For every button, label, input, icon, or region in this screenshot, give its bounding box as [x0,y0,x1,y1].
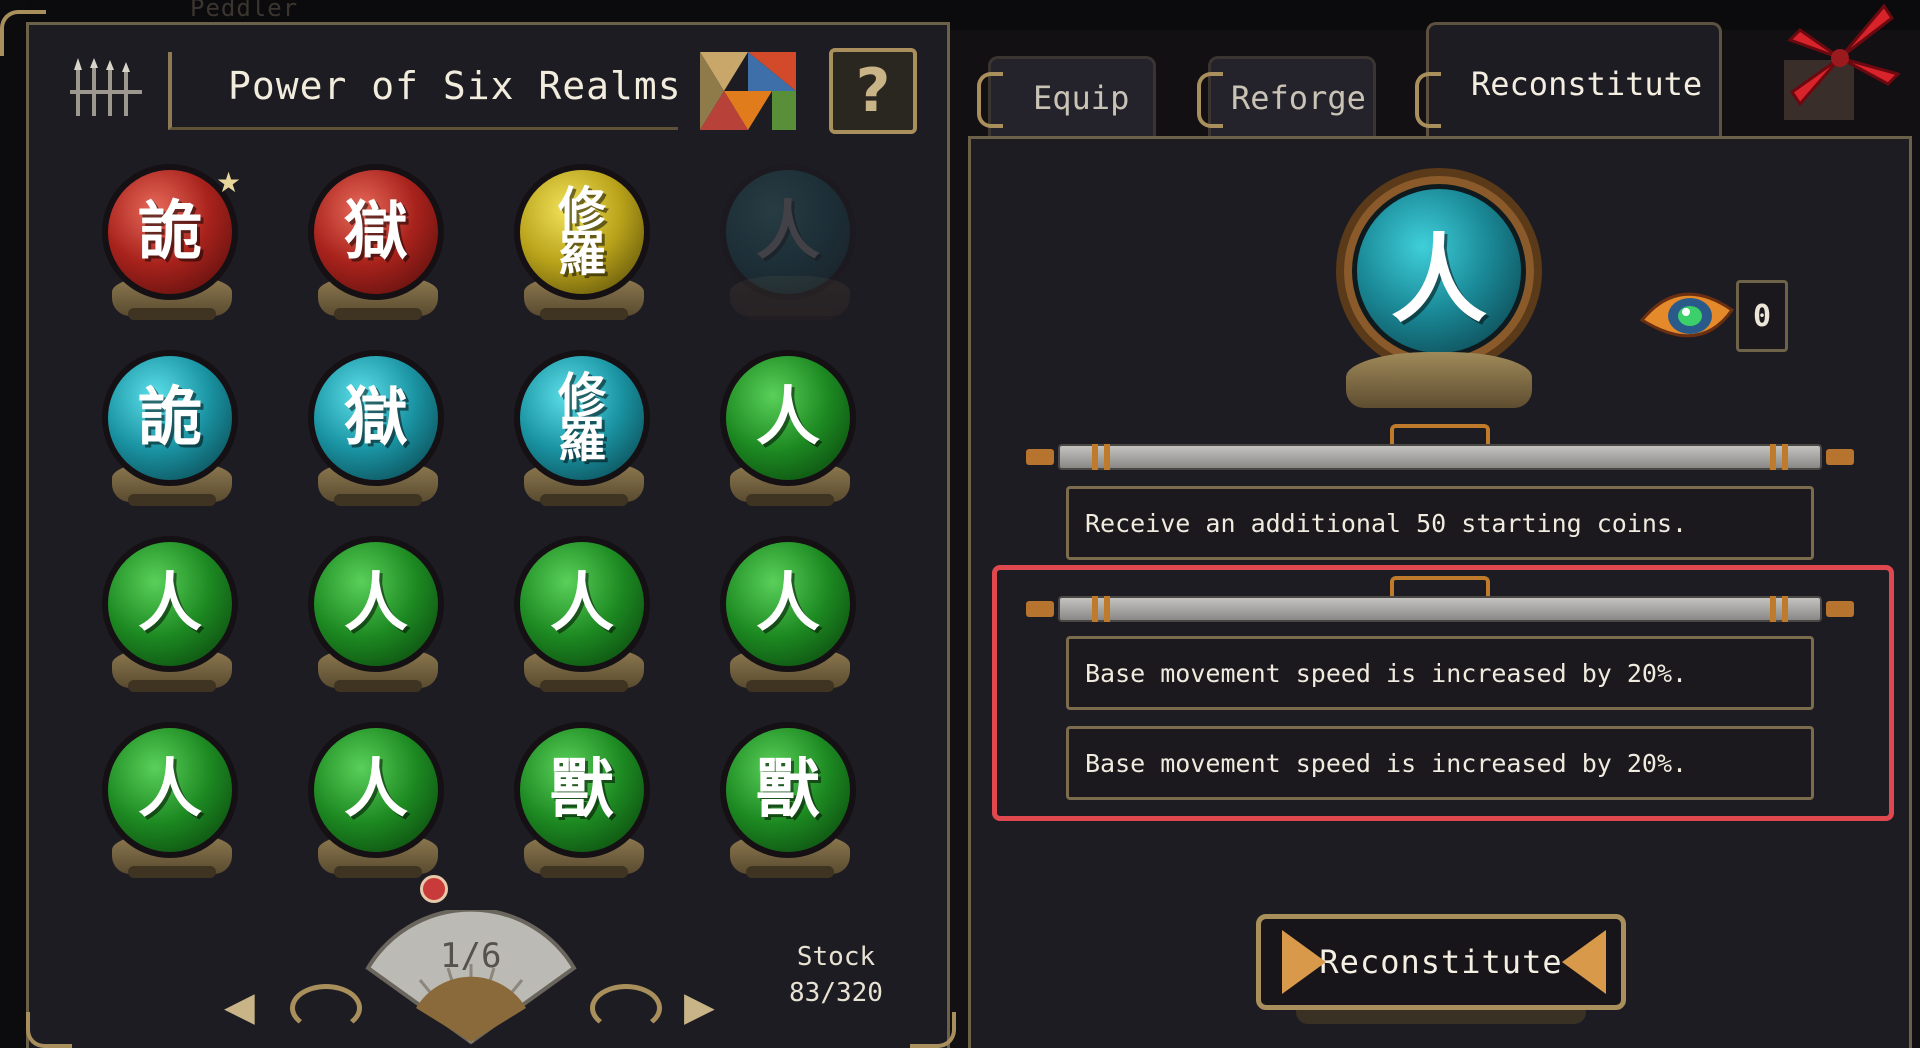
orb-slot[interactable]: 人 [710,536,870,706]
stock-label: Stock [796,942,876,972]
fan-icon [365,910,577,1045]
orb-stand-foot [334,494,422,506]
weapon-rack-icon [70,58,142,116]
selected-orb: 人 [1352,184,1526,358]
orb-slot[interactable]: 詭 [92,350,252,520]
orb-icon: 獸 [720,722,856,858]
eye-count: 0 [1736,280,1788,352]
orb-stand-foot [746,866,834,878]
orb-icon: 獄 [308,350,444,486]
orb-icon: 人 [308,536,444,672]
orb-stand-foot [540,308,628,320]
stock-value: 83/320 [789,978,883,1008]
orb-icon: 人 [514,536,650,672]
orb-grid: 詭 ★ 獄修羅人詭獄修羅人人人人人人人獸獸 [92,164,882,904]
orb-icon: 人 [720,350,856,486]
prev-page-button[interactable]: ◀ [224,984,255,1030]
collection-title: Power of Six Realms [228,64,682,108]
tab-hook-ornament [1197,72,1223,128]
orb-icon: 詭 [102,350,238,486]
tab-hook-ornament [1415,72,1441,128]
orb-stand-foot [334,308,422,320]
tab-label: Reforge [1231,78,1366,117]
orb-stand-foot [334,680,422,692]
next-page-button[interactable]: ▶ [684,984,715,1030]
panel-corner-ornament [26,1012,72,1048]
close-icon[interactable] [1780,0,1900,120]
tab-label: Equip [1033,78,1130,117]
orb-stand-foot [746,308,834,320]
button-ornament-icon [1282,930,1326,994]
orb-slot[interactable]: 人 [92,722,252,892]
orb-icon: 獄 [308,164,444,300]
panel-corner-ornament [0,10,46,56]
favorite-star-icon: ★ [216,166,242,199]
tab-equip[interactable]: Equip [977,56,1156,136]
eye-icon [1640,292,1734,338]
orb-stand-foot [128,308,216,320]
help-button[interactable]: ? [829,48,917,134]
orb-icon: 獸 [514,722,650,858]
highlight-box [992,565,1894,821]
tab-reforge[interactable]: Reforge [1197,56,1376,136]
orb-slot[interactable]: 人 [298,722,458,892]
tab-reconstitute[interactable]: Reconstitute [1415,22,1722,136]
left-background-edge [0,0,26,1048]
orb-stand-foot [128,680,216,692]
tab-label: Reconstitute [1471,65,1703,103]
orb-stand-foot [334,866,422,878]
page-indicator: 1/6 [440,936,502,976]
orb-slot[interactable]: 人 [710,164,870,334]
tab-hook-ornament [977,72,1003,128]
orb-slot[interactable]: 人 [92,536,252,706]
orb-stand-foot [540,680,628,692]
orb-slot[interactable]: 獸 [710,722,870,892]
orb-icon: 人 [308,722,444,858]
orb-icon: 人 [720,164,856,300]
panel-corner-ornament [910,1012,956,1048]
orb-slot[interactable]: 修羅 [504,164,664,334]
effect-text: Receive an additional 50 starting coins. [1085,508,1688,538]
orb-stand-foot [128,494,216,506]
orb-slot[interactable]: 獄 [298,164,458,334]
orb-slot[interactable]: 人 [504,536,664,706]
orb-icon: 修羅 [514,164,650,300]
tangram-icon[interactable] [700,52,796,130]
scroll-rod [1020,424,1860,470]
button-ornament-icon [1562,930,1606,994]
orb-slot[interactable]: 獄 [298,350,458,520]
selected-orb-stand [1346,352,1532,408]
orb-stand-foot [540,494,628,506]
orb-slot[interactable]: 人 [710,350,870,520]
orb-icon: 修羅 [514,350,650,486]
orb-icon: 人 [102,722,238,858]
orb-stand-foot [540,866,628,878]
orb-slot[interactable]: 修羅 [504,350,664,520]
page-marker-icon [420,875,448,903]
scroll-ornament-icon [290,984,362,1032]
effect-line: Receive an additional 50 starting coins. [1066,486,1814,560]
scroll-ornament-icon [590,984,662,1032]
orb-stand-foot [128,866,216,878]
orb-stand-foot [746,494,834,506]
orb-stand-foot [746,680,834,692]
orb-icon: 人 [720,536,856,672]
orb-slot[interactable]: 獸 [504,722,664,892]
orb-slot[interactable]: 人 [298,536,458,706]
peddler-background-label: Peddler [190,0,299,22]
orb-slot[interactable]: 詭 ★ [92,164,252,334]
orb-icon: 人 [102,536,238,672]
